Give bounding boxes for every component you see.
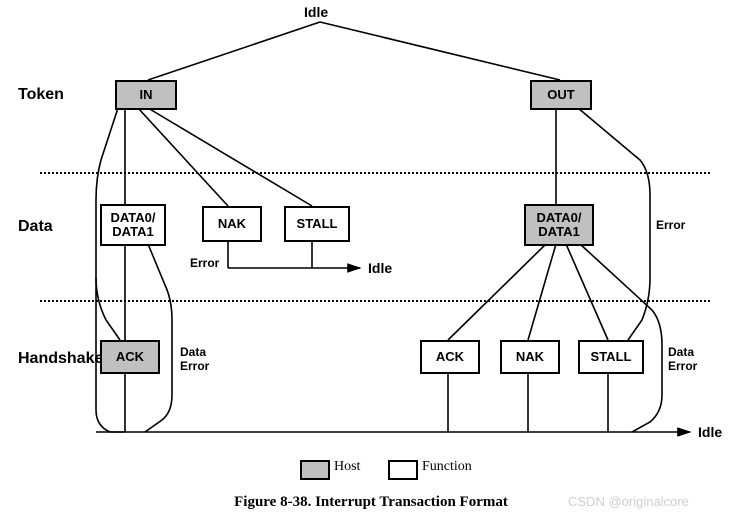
row-label-token: Token	[18, 86, 64, 104]
box-data-right: DATA0/ DATA1	[524, 204, 594, 246]
label-idle-bottom: Idle	[698, 424, 722, 440]
box-nak-r: NAK	[500, 340, 560, 374]
legend-function-label: Function	[422, 459, 472, 475]
legend-host-swatch	[300, 460, 330, 480]
box-out: OUT	[530, 80, 592, 110]
divider-1	[40, 172, 710, 174]
box-in: IN	[115, 80, 177, 110]
label-error-right: Error	[656, 218, 685, 232]
label-error-left: Error	[190, 256, 219, 270]
row-label-data: Data	[18, 218, 53, 236]
legend-host-label: Host	[334, 459, 360, 475]
legend-function-swatch	[388, 460, 418, 480]
box-ack-left: ACK	[100, 340, 160, 374]
watermark: CSDN @originalcore	[568, 494, 689, 509]
box-stall-r: STALL	[578, 340, 644, 374]
row-label-handshake: Handshake	[18, 350, 103, 368]
label-data-error-left: Data Error	[180, 346, 209, 374]
label-idle-mid: Idle	[368, 260, 392, 276]
box-stall-mid: STALL	[284, 206, 350, 242]
box-ack-r: ACK	[420, 340, 480, 374]
diagram-stage: Idle Token Data Handshake IN OUT DATA0/ …	[0, 0, 742, 524]
box-data-left: DATA0/ DATA1	[100, 204, 166, 246]
box-nak-mid: NAK	[202, 206, 262, 242]
label-idle-top: Idle	[304, 4, 328, 20]
divider-2	[40, 300, 710, 302]
label-data-error-right: Data Error	[668, 346, 697, 374]
